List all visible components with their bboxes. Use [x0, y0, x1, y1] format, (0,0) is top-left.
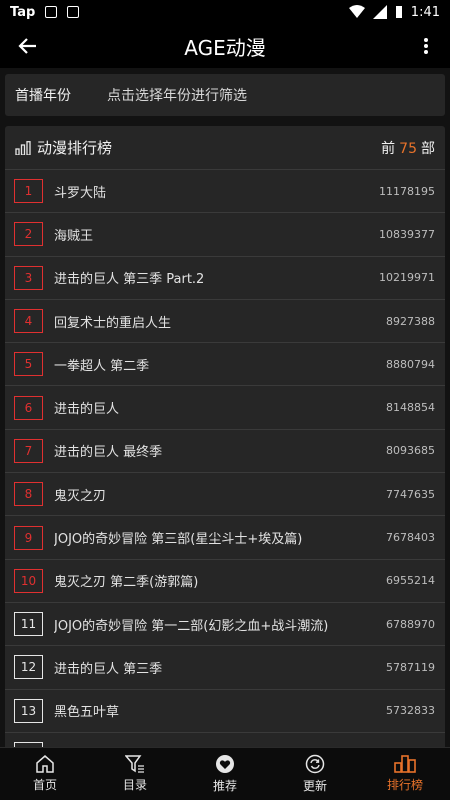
view-count: 6788970: [386, 617, 435, 631]
ranking-row[interactable]: 11 JOJO的奇妙冒险 第一二部(幻影之血+战斗潮流) 6788970: [5, 603, 445, 647]
anime-title: 鬼灭之刃 第二季(游郭篇): [54, 575, 199, 591]
anime-title: 进击的巨人 第三季 Part.2: [54, 272, 205, 288]
back-button[interactable]: [14, 32, 42, 60]
view-count: 8880794: [386, 357, 435, 371]
more-options-button[interactable]: [412, 32, 440, 60]
view-count: 7678403: [386, 531, 435, 545]
view-count: 5732833: [386, 704, 435, 718]
nav-ranking-label: 排行榜: [386, 778, 423, 792]
ranking-row[interactable]: 7 进击的巨人 最终季 8093685: [5, 430, 445, 474]
ranking-row[interactable]: 1 斗罗大陆 11178195: [5, 170, 445, 214]
rank-number: 12: [14, 655, 43, 680]
view-count: 10839377: [379, 227, 435, 241]
anime-title: 回复术士的重启人生: [54, 315, 172, 331]
view-count: 8093685: [386, 444, 435, 458]
more-vertical-icon: [424, 38, 428, 54]
anime-title: JOJO的奇妙冒险 第三部(星尘斗士+埃及篇): [54, 532, 303, 548]
bar-chart-icon: [15, 140, 31, 155]
ranking-list: 1 斗罗大陆 11178195 2 海贼王 10839377 3 进击的巨人 第三季 Part…: [5, 170, 445, 756]
nav-recommend[interactable]: 推荐: [180, 748, 270, 800]
bottom-navigation: 首页 目录 推荐 更新 排行榜: [0, 747, 450, 800]
view-count: 8148854: [386, 401, 435, 415]
app-bar: AGE动漫: [0, 24, 450, 68]
ranking-row[interactable]: 8 鬼灭之刃 7747635: [5, 473, 445, 517]
anime-title: 一拳超人 第二季: [54, 358, 150, 374]
ranking-row[interactable]: 10 鬼灭之刃 第二季(游郭篇) 6955214: [5, 560, 445, 603]
anime-title: JOJO的奇妙冒险 第一二部(幻影之血+战斗潮流): [54, 618, 329, 634]
anime-title: 进击的巨人 最终季: [54, 445, 163, 461]
view-count: 6955214: [386, 574, 435, 588]
carrier-label: Tap: [10, 4, 36, 20]
ranking-row[interactable]: 9 JOJO的奇妙冒险 第三部(星尘斗士+埃及篇) 7678403: [5, 516, 445, 560]
ranking-count: 前 75 部: [381, 138, 435, 158]
view-count: 5787119: [386, 660, 435, 674]
ranking-row[interactable]: 2 海贼王 10839377: [5, 213, 445, 257]
rank-number: 10: [14, 568, 43, 593]
ranking-row[interactable]: 3 进击的巨人 第三季 Part.2 10219971: [5, 257, 445, 300]
ranking-row[interactable]: 13 黑色五叶草 5732833: [5, 690, 445, 733]
year-filter-label: 首播年份: [15, 88, 71, 104]
view-count: 10219971: [379, 271, 435, 285]
view-count: 11178195: [379, 184, 435, 198]
ranking-title: 动漫排行榜: [37, 139, 113, 157]
rank-number: 5: [14, 352, 43, 377]
anime-title: 进击的巨人 第三季: [54, 661, 163, 677]
anime-title: 斗罗大陆: [54, 185, 107, 201]
ranking-row[interactable]: 12 进击的巨人 第三季 5787119: [5, 646, 445, 690]
app-notification-icon: [67, 6, 80, 18]
rank-number: 13: [14, 698, 43, 723]
refresh-icon: [305, 754, 325, 774]
wifi-icon: [348, 5, 365, 18]
ranking-row[interactable]: 4 回复术士的重启人生 8927388: [5, 300, 445, 344]
rank-number: 11: [14, 612, 43, 637]
ranking-header: 动漫排行榜 前 75 部: [5, 126, 445, 170]
filter-icon: [125, 755, 144, 773]
count-prefix: 前: [381, 140, 396, 157]
rank-number: 4: [14, 309, 43, 334]
ranking-row[interactable]: 5 一拳超人 第二季 8880794: [5, 343, 445, 387]
rank-number: 3: [14, 265, 43, 290]
nav-catalog-label: 目录: [122, 778, 147, 792]
status-bar: Tap 1:41: [0, 0, 450, 24]
nav-updates[interactable]: 更新: [270, 748, 360, 800]
rank-number: 8: [14, 482, 43, 507]
nav-ranking[interactable]: 排行榜: [360, 748, 450, 800]
nav-home-label: 首页: [32, 778, 57, 792]
view-count: 8927388: [386, 314, 435, 328]
ranking-row[interactable]: 6 进击的巨人 8148854: [5, 386, 445, 430]
anime-title: 进击的巨人: [54, 402, 120, 418]
anime-title: 海贼王: [54, 228, 94, 244]
nav-updates-label: 更新: [302, 779, 327, 793]
rank-number: 6: [14, 395, 43, 420]
rank-number: 1: [14, 179, 43, 204]
anime-title: 鬼灭之刃: [54, 488, 107, 504]
rank-number: 2: [14, 222, 43, 247]
nav-recommend-label: 推荐: [212, 779, 237, 793]
notification-icon: [45, 6, 58, 18]
battery-icon: [395, 6, 402, 18]
signal-icon: [372, 5, 387, 19]
nav-catalog[interactable]: 目录: [90, 748, 180, 800]
rank-number: 7: [14, 438, 43, 463]
year-filter-hint[interactable]: 点击选择年份进行筛选: [107, 85, 247, 105]
count-suffix: 部: [421, 140, 435, 157]
nav-home[interactable]: 首页: [0, 748, 90, 800]
anime-title: 黑色五叶草: [54, 705, 120, 721]
ranking-icon: [394, 755, 416, 773]
view-count: 7747635: [386, 487, 435, 501]
year-filter[interactable]: 首播年份 点击选择年份进行筛选: [5, 74, 445, 116]
ranking-card: 动漫排行榜 前 75 部 1 斗罗大陆 11178195 2 海贼王 10839377 3 进击的…: [5, 126, 445, 756]
count-value: 75: [399, 140, 417, 157]
home-icon: [36, 755, 54, 773]
page-title: AGE动漫: [184, 35, 266, 60]
arrow-left-icon: [18, 38, 36, 54]
heart-icon: [216, 755, 234, 773]
rank-number: 9: [14, 525, 43, 550]
clock-time: 1:41: [410, 4, 440, 20]
